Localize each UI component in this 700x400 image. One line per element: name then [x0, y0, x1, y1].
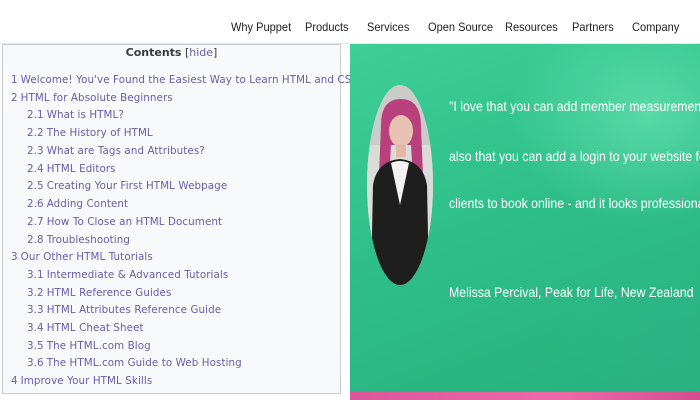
toc-item-number: 2.3 — [27, 145, 44, 157]
toc-item-number: 2.7 — [27, 216, 44, 228]
nav-resources[interactable]: Resources — [505, 20, 558, 34]
toc-item-label: The History of HTML — [46, 127, 153, 139]
toc-item-label: Welcome! You've Found the Easiest Way to… — [20, 74, 362, 86]
toc-item-label: Adding Content — [46, 198, 129, 210]
toc-item-number: 2.5 — [27, 180, 44, 192]
toc-item-3[interactable]: 3 Our Other HTML Tutorials — [11, 251, 153, 263]
toc-item-number: 2.6 — [27, 198, 44, 210]
testimonial-quote-line-2: also that you can add a login to your we… — [449, 148, 700, 164]
toc-toggle-close-bracket: ] — [213, 46, 218, 59]
nav-products[interactable]: Products — [305, 20, 349, 34]
toc-item-2-1[interactable]: 2.1 What is HTML? — [27, 109, 124, 121]
toc-item-1[interactable]: 1 Welcome! You've Found the Easiest Way t… — [11, 74, 361, 86]
testimonial-avatar — [367, 85, 433, 285]
toc-item-2-4[interactable]: 2.4 HTML Editors — [27, 163, 116, 175]
testimonial-quote-line-3: clients to book online - and it looks pr… — [449, 195, 700, 211]
toc-item-label: HTML Attributes Reference Guide — [46, 304, 222, 316]
toc-item-number: 3.1 — [27, 269, 44, 281]
pink-accent-strip — [350, 392, 700, 400]
toc-item-3-1[interactable]: 3.1 Intermediate & Advanced Tutorials — [27, 269, 228, 281]
toc-item-4[interactable]: 4 Improve Your HTML Skills — [11, 375, 152, 387]
toc-item-label: What are Tags and Attributes? — [46, 145, 205, 157]
toc-item-3-4[interactable]: 3.4 HTML Cheat Sheet — [27, 322, 144, 334]
nav-company[interactable]: Company — [632, 20, 679, 34]
toc-item-3-3[interactable]: 3.3 HTML Attributes Reference Guide — [27, 304, 221, 316]
toc-item-number: 2.8 — [27, 234, 44, 246]
toc-item-2-3[interactable]: 2.3 What are Tags and Attributes? — [27, 145, 205, 157]
testimonial-quote-line-1: "I love that you can add member measurem… — [449, 98, 700, 114]
toc-item-2-2[interactable]: 2.2 The History of HTML — [27, 127, 153, 139]
table-of-contents: Contents [hide] 1 Welcome! You've Found t… — [2, 44, 361, 394]
toc-title: Contents — [125, 46, 182, 59]
toc-item-label: How To Close an HTML Document — [46, 216, 223, 228]
toc-item-label: Creating Your First HTML Webpage — [46, 180, 228, 192]
toc-item-label: HTML Reference Guides — [46, 287, 172, 299]
nav-partners[interactable]: Partners — [572, 20, 614, 34]
toc-item-3-5[interactable]: 3.5 The HTML.com Blog — [27, 340, 151, 352]
nav-services[interactable]: Services — [367, 20, 409, 34]
toc-item-label: Improve Your HTML Skills — [20, 375, 153, 387]
nav-why-puppet[interactable]: Why Puppet — [231, 20, 291, 34]
toc-item-2-6[interactable]: 2.6 Adding Content — [27, 198, 128, 210]
toc-item-number: 3.6 — [27, 357, 44, 369]
toc-item-3-6[interactable]: 3.6 The HTML.com Guide to Web Hosting — [27, 357, 242, 369]
toc-item-label: Intermediate & Advanced Tutorials — [46, 269, 229, 281]
toc-item-number: 2.4 — [27, 163, 44, 175]
toc-item-number: 1 — [11, 74, 18, 86]
nav-open-source[interactable]: Open Source — [428, 20, 493, 34]
toc-item-number: 2.1 — [27, 109, 44, 121]
testimonial-banner: "I love that you can add member measurem… — [350, 44, 700, 392]
testimonial-attribution: Melissa Percival, Peak for Life, New Zea… — [449, 284, 694, 300]
toc-item-label: HTML Editors — [46, 163, 116, 175]
toc-item-number: 2 — [11, 92, 18, 104]
toc-header: Contents [hide] — [3, 46, 340, 59]
toc-item-2[interactable]: 2 HTML for Absolute Beginners — [11, 92, 173, 104]
toc-item-number: 4 — [11, 375, 18, 387]
toc-item-label: The HTML.com Guide to Web Hosting — [46, 357, 242, 369]
toc-item-number: 3.4 — [27, 322, 44, 334]
toc-item-3-2[interactable]: 3.2 HTML Reference Guides — [27, 287, 171, 299]
toc-item-2-8[interactable]: 2.8 Troubleshooting — [27, 234, 130, 246]
toc-item-number: 3.3 — [27, 304, 44, 316]
person-photo-icon — [367, 85, 433, 285]
toc-item-number: 3.5 — [27, 340, 44, 352]
toc-hide-toggle[interactable]: hide — [189, 46, 213, 59]
toc-item-label: Troubleshooting — [46, 234, 130, 246]
top-navigation: Why Puppet Products Services Open Source… — [0, 0, 700, 44]
toc-item-number: 3.2 — [27, 287, 44, 299]
toc-item-number: 3 — [11, 251, 18, 263]
toc-item-2-7[interactable]: 2.7 How To Close an HTML Document — [27, 216, 222, 228]
toc-item-label: What is HTML? — [46, 109, 124, 121]
toc-item-label: The HTML.com Blog — [46, 340, 151, 352]
toc-item-number: 2.2 — [27, 127, 44, 139]
toc-item-2-5[interactable]: 2.5 Creating Your First HTML Webpage — [27, 180, 227, 192]
toc-item-label: Our Other HTML Tutorials — [20, 251, 153, 263]
toc-item-label: HTML for Absolute Beginners — [20, 92, 173, 104]
toc-item-label: HTML Cheat Sheet — [46, 322, 144, 334]
